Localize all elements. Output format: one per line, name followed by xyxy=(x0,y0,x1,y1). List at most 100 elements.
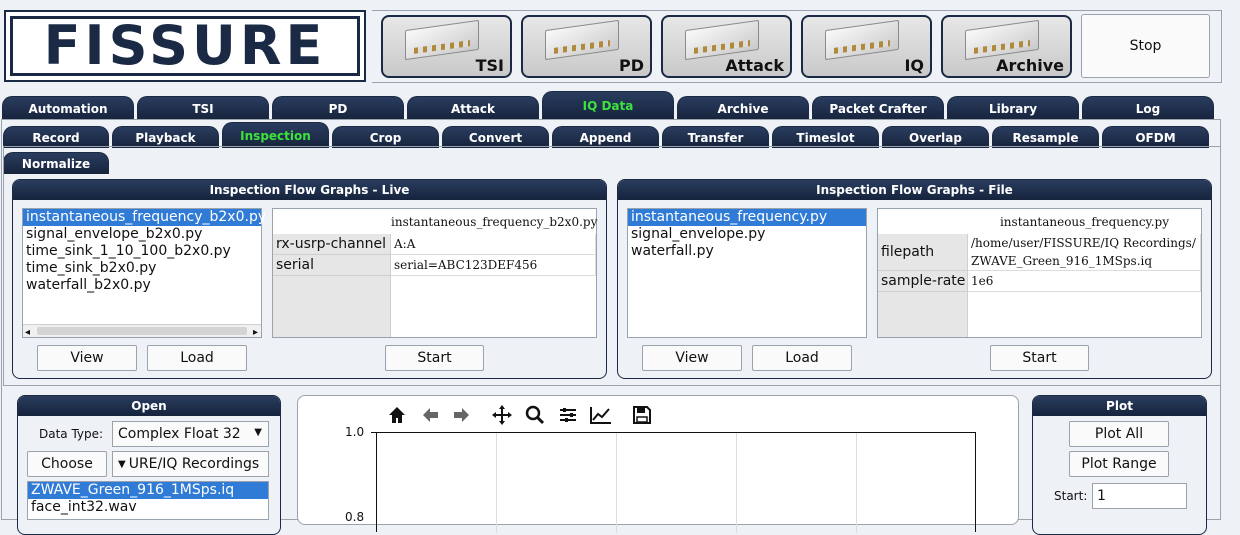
tab-playback[interactable]: Playback xyxy=(112,126,219,148)
header-attack-button[interactable]: Attack xyxy=(661,15,792,78)
tab-append[interactable]: Append xyxy=(552,126,659,148)
list-item[interactable]: signal_envelope_b2x0.py xyxy=(23,226,261,243)
header-pd-button[interactable]: PD xyxy=(521,15,652,78)
plot-axes xyxy=(376,432,976,533)
table-cell-value[interactable]: serial=ABC123DEF456 xyxy=(391,255,596,276)
live-load-button[interactable]: Load xyxy=(147,345,247,371)
data-type-value: Complex Float 32 xyxy=(118,426,241,442)
file-start-button[interactable]: Start xyxy=(990,345,1089,371)
sdr-device-icon xyxy=(545,19,619,61)
table-header-filler xyxy=(273,276,391,337)
tab-convert[interactable]: Convert xyxy=(442,126,549,148)
table-header: instantaneous_frequency.py xyxy=(999,215,1170,229)
tab-record[interactable]: Record xyxy=(3,126,109,148)
list-item[interactable]: instantaneous_frequency_b2x0.py xyxy=(23,209,266,226)
filepath-line: /home/user/FISSURE/IQ Recordings/ xyxy=(971,236,1196,250)
sdr-device-icon xyxy=(825,19,899,61)
tab-library[interactable]: Library xyxy=(947,96,1079,120)
chevron-down-icon: ▼ xyxy=(118,458,126,470)
file-parameters-table[interactable]: instantaneous_frequency.py filepath /hom… xyxy=(877,208,1202,338)
live-start-button[interactable]: Start xyxy=(385,345,484,371)
file-load-button[interactable]: Load xyxy=(752,345,852,371)
table-cell-value[interactable]: /home/user/FISSURE/IQ Recordings/ ZWAVE_… xyxy=(968,234,1201,271)
tab-pd[interactable]: PD xyxy=(272,96,404,120)
sdr-device-icon xyxy=(405,19,479,61)
file-view-button[interactable]: View xyxy=(642,345,742,371)
grid-line xyxy=(736,433,737,533)
horizontal-scrollbar[interactable]: ◂ ▸ xyxy=(23,324,261,338)
plot-all-button[interactable]: Plot All xyxy=(1069,421,1169,447)
folder-value: URE/IQ Recordings xyxy=(128,456,260,472)
table-row-key: rx-usrp-channel xyxy=(273,234,391,255)
zoom-icon[interactable] xyxy=(523,403,547,427)
scroll-right-icon[interactable]: ▸ xyxy=(253,324,258,341)
tab-transfer[interactable]: Transfer xyxy=(662,126,769,148)
table-cell-value[interactable]: A:A xyxy=(391,234,596,255)
table-header-filler xyxy=(878,292,968,337)
tab-packet-crafter[interactable]: Packet Crafter xyxy=(812,96,944,120)
tab-iq-data[interactable]: IQ Data xyxy=(542,91,674,119)
fissure-logo: FISSURE xyxy=(4,10,366,82)
header-iq-button[interactable]: IQ xyxy=(801,15,932,78)
folder-select[interactable]: ▼ URE/IQ Recordings xyxy=(112,451,269,477)
table-header: instantaneous_frequency_b2x0.py xyxy=(391,215,598,229)
table-cell-value[interactable]: 1e6 xyxy=(968,271,1201,292)
table-row-key: filepath xyxy=(878,234,968,271)
sdr-device-icon xyxy=(965,19,1039,61)
sdr-device-icon xyxy=(685,19,759,61)
live-view-button[interactable]: View xyxy=(37,345,137,371)
list-item[interactable]: face_int32.wav xyxy=(28,499,268,516)
open-group-title: Open xyxy=(18,396,280,416)
header-tsi-button[interactable]: TSI xyxy=(381,15,512,78)
tab-archive[interactable]: Archive xyxy=(677,96,809,120)
tab-tsi[interactable]: TSI xyxy=(137,96,269,120)
scrollbar-thumb[interactable] xyxy=(37,327,247,335)
data-type-select[interactable]: Complex Float 32 ▼ xyxy=(112,421,269,447)
iq-file-list[interactable]: ZWAVE_Green_916_1MSps.iq face_int32.wav xyxy=(27,481,269,520)
back-icon[interactable] xyxy=(418,403,442,427)
start-input[interactable]: 1 xyxy=(1092,483,1187,509)
grid-line xyxy=(616,433,617,533)
list-item[interactable]: time_sink_1_10_100_b2x0.py xyxy=(23,243,261,260)
forward-icon[interactable] xyxy=(450,403,474,427)
configure-icon[interactable] xyxy=(556,403,580,427)
tab-inspection[interactable]: Inspection xyxy=(222,122,329,148)
table-row-key: sample-rate xyxy=(878,271,968,292)
list-item[interactable]: signal_envelope.py xyxy=(628,226,866,243)
pan-icon[interactable] xyxy=(490,403,514,427)
save-icon[interactable] xyxy=(630,403,654,427)
tab-timeslot[interactable]: Timeslot xyxy=(772,126,879,148)
file-group-title: Inspection Flow Graphs - File xyxy=(618,180,1211,200)
list-item[interactable]: ZWAVE_Green_916_1MSps.iq xyxy=(28,482,268,499)
tab-log[interactable]: Log xyxy=(1082,96,1214,120)
choose-button[interactable]: Choose xyxy=(27,451,107,477)
grid-line xyxy=(856,433,857,533)
logo-text: FISSURE xyxy=(43,14,327,77)
tab-attack[interactable]: Attack xyxy=(407,96,539,120)
live-parameters-table[interactable]: instantaneous_frequency_b2x0.py rx-usrp-… xyxy=(272,208,597,338)
list-item[interactable]: waterfall_b2x0.py xyxy=(23,277,261,294)
plot-group-title: Plot xyxy=(1033,396,1206,416)
tab-resample[interactable]: Resample xyxy=(992,126,1099,148)
list-item[interactable]: time_sink_b2x0.py xyxy=(23,260,261,277)
live-flowgraph-list[interactable]: instantaneous_frequency_b2x0.py signal_e… xyxy=(22,208,266,338)
start-label: Start: xyxy=(1054,489,1088,503)
tab-ofdm[interactable]: OFDM xyxy=(1102,126,1209,148)
data-type-label: Data Type: xyxy=(39,427,104,441)
tab-overlap[interactable]: Overlap xyxy=(882,126,989,148)
tab-crop[interactable]: Crop xyxy=(332,126,439,148)
stop-button[interactable]: Stop xyxy=(1081,14,1210,78)
edit-curve-icon[interactable] xyxy=(589,403,613,427)
scroll-left-icon[interactable]: ◂ xyxy=(25,324,30,341)
filepath-line: ZWAVE_Green_916_1MSps.iq xyxy=(971,254,1153,268)
y-tick-label: 1.0 xyxy=(345,425,365,439)
list-item[interactable]: waterfall.py xyxy=(628,243,866,260)
tab-automation[interactable]: Automation xyxy=(2,96,134,120)
plot-range-button[interactable]: Plot Range xyxy=(1069,451,1169,477)
header-archive-button[interactable]: Archive xyxy=(941,15,1072,78)
grid-line xyxy=(496,433,497,533)
file-flowgraph-list[interactable]: instantaneous_frequency.py signal_envelo… xyxy=(627,208,867,338)
list-item[interactable]: instantaneous_frequency.py xyxy=(628,209,866,226)
home-icon[interactable] xyxy=(385,403,409,427)
live-group-title: Inspection Flow Graphs - Live xyxy=(13,180,606,200)
